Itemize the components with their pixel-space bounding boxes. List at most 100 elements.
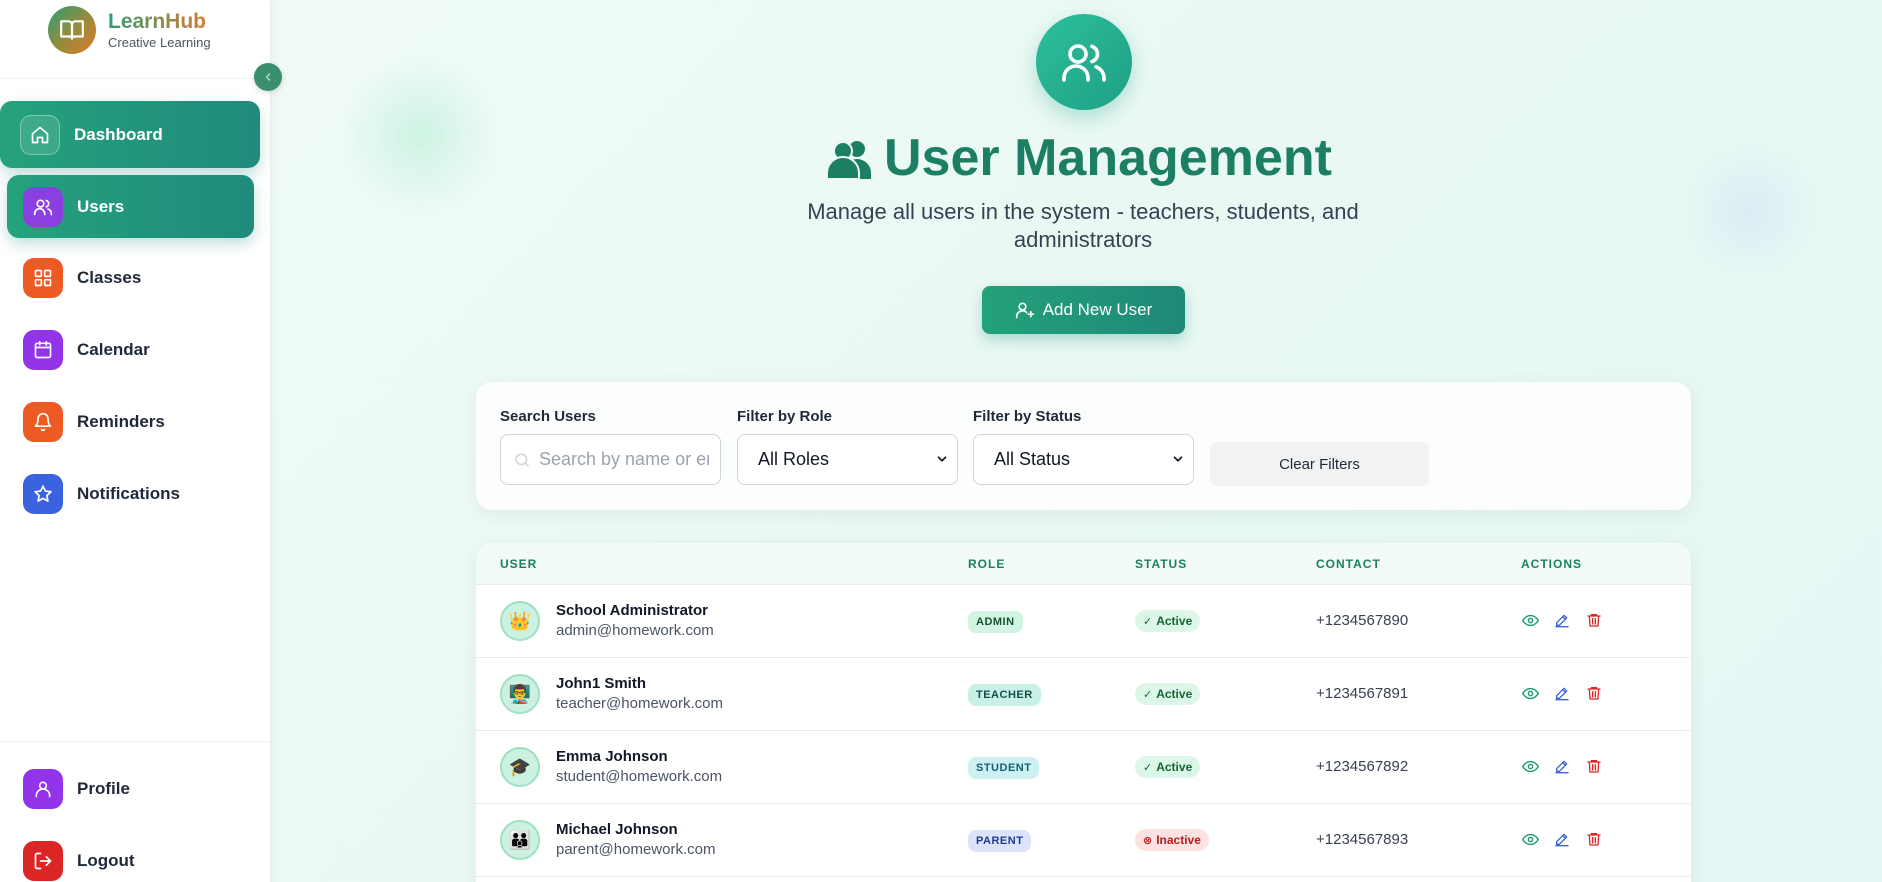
brand-tagline: Creative Learning [108, 34, 211, 50]
divider [0, 78, 271, 79]
page-title: User Management [826, 128, 1332, 188]
page-title-text: User Management [884, 129, 1332, 187]
sidebar-item-users[interactable]: Users [7, 175, 254, 238]
table-row[interactable]: 👨‍🏫 John1 Smith teacher@homework.com TEA… [476, 658, 1691, 731]
sidebar-item-calendar[interactable]: Calendar [23, 330, 150, 370]
table-row[interactable]: 👑 School Administrator admin@homework.co… [476, 585, 1691, 658]
status-filter-select[interactable]: All Status [973, 434, 1194, 485]
logout-icon [23, 841, 63, 881]
view-icon[interactable] [1521, 684, 1539, 702]
column-header-status[interactable]: STATUS [1135, 557, 1187, 571]
divider [0, 741, 271, 742]
user-email: parent@homework.com [556, 841, 716, 858]
users-icon [1036, 14, 1132, 110]
user-icon [23, 769, 63, 809]
clear-filters-button[interactable]: Clear Filters [1210, 442, 1429, 486]
check-icon: ✓ [1143, 688, 1153, 701]
add-user-button[interactable]: Add New User [982, 286, 1185, 334]
users-icon [23, 186, 63, 227]
user-email: student@homework.com [556, 768, 723, 785]
search-placeholder: Search by name or email... [539, 449, 709, 469]
status-text: Inactive [1156, 833, 1201, 847]
edit-icon[interactable] [1553, 757, 1571, 775]
delete-icon[interactable] [1585, 757, 1603, 775]
chevron-down-icon [937, 456, 947, 462]
check-icon: ✓ [1143, 615, 1153, 628]
sidebar-item-dashboard[interactable]: Dashboard [0, 101, 260, 168]
grid-icon [23, 258, 63, 298]
view-icon[interactable] [1521, 830, 1539, 848]
user-contact: +1234567892 [1316, 758, 1409, 775]
user-name: School Administrator [556, 602, 708, 619]
edit-icon[interactable] [1553, 611, 1571, 629]
edit-icon[interactable] [1553, 684, 1571, 702]
view-icon[interactable] [1521, 757, 1539, 775]
avatar: 🎓 [500, 747, 540, 787]
sidebar: LearnHub Creative Learning Dashboard Use… [0, 0, 271, 882]
users-table: USER ROLE STATUS CONTACT ACTIONS 👑 Schoo… [476, 543, 1691, 882]
delete-icon[interactable] [1585, 684, 1603, 702]
sidebar-item-label: Classes [77, 268, 142, 287]
edit-icon[interactable] [1553, 830, 1571, 848]
user-contact: +1234567890 [1316, 612, 1409, 629]
sidebar-item-label: Calendar [77, 340, 150, 359]
logout-button[interactable]: Logout [23, 841, 135, 881]
status-badge: ⊗ Inactive [1135, 829, 1209, 851]
sidebar-item-label: Reminders [77, 412, 165, 431]
user-email: admin@homework.com [556, 622, 714, 639]
status-badge: ✓ Active [1135, 610, 1201, 632]
sidebar-item-label: Notifications [77, 484, 180, 503]
sidebar-item-reminders[interactable]: Reminders [23, 402, 165, 442]
table-row[interactable]: 👪 Michael Johnson parent@homework.com PA… [476, 804, 1691, 877]
avatar: 👨‍🏫 [500, 674, 540, 714]
brand[interactable]: LearnHub Creative Learning [48, 6, 211, 54]
sidebar-item-classes[interactable]: Classes [23, 258, 141, 298]
page-subtitle: Manage all users in the system - teacher… [807, 199, 1359, 252]
sidebar-collapse-button[interactable] [254, 63, 282, 91]
status-text: Active [1156, 760, 1193, 774]
delete-icon[interactable] [1585, 830, 1603, 848]
home-icon [20, 114, 60, 155]
sidebar-item-label: Logout [77, 851, 135, 870]
table-row[interactable]: 🎓 Emma Johnson student@homework.com STUD… [476, 731, 1691, 804]
decorative-blob [340, 55, 500, 215]
user-email: teacher@homework.com [556, 695, 723, 712]
user-name: Emma Johnson [556, 748, 668, 765]
sidebar-item-label: Users [77, 196, 125, 216]
role-badge: ADMIN [968, 611, 1023, 633]
user-contact: +1234567893 [1316, 831, 1409, 848]
decorative-blob [1680, 140, 1820, 280]
table-header: USER ROLE STATUS CONTACT ACTIONS [476, 543, 1691, 585]
chevron-down-icon [1173, 456, 1183, 462]
delete-icon[interactable] [1585, 611, 1603, 629]
book-icon [48, 6, 96, 54]
check-icon: ✓ [1143, 761, 1153, 774]
search-label: Search Users [500, 408, 596, 425]
column-header-contact[interactable]: CONTACT [1316, 557, 1381, 571]
column-header-actions: ACTIONS [1521, 557, 1582, 571]
avatar: 👑 [500, 601, 540, 641]
add-user-label: Add New User [1042, 300, 1153, 319]
role-badge: TEACHER [968, 684, 1041, 706]
role-filter-select[interactable]: All Roles [737, 434, 958, 485]
user-plus-icon [1015, 302, 1034, 319]
role-badge: STUDENT [968, 757, 1040, 779]
status-text: Active [1156, 687, 1193, 701]
column-header-user[interactable]: USER [500, 557, 537, 571]
calendar-icon [23, 330, 63, 370]
status-badge: ✓ Active [1135, 756, 1201, 778]
status-badge: ✓ Active [1135, 683, 1201, 705]
view-icon[interactable] [1521, 611, 1539, 629]
filter-panel: Search Users Search by name or email... … [476, 382, 1691, 510]
role-filter-label: Filter by Role [737, 408, 833, 425]
sidebar-item-notifications[interactable]: Notifications [23, 474, 180, 514]
search-input[interactable]: Search by name or email... [500, 434, 721, 485]
column-header-role[interactable]: ROLE [968, 557, 1005, 571]
search-icon [515, 452, 529, 467]
sidebar-item-profile[interactable]: Profile [23, 769, 130, 809]
sidebar-item-label: Dashboard [74, 124, 163, 144]
sidebar-item-label: Profile [77, 779, 130, 798]
user-name: John1 Smith [556, 675, 647, 692]
user-contact: +1234567891 [1316, 685, 1409, 702]
bell-icon [23, 402, 63, 442]
